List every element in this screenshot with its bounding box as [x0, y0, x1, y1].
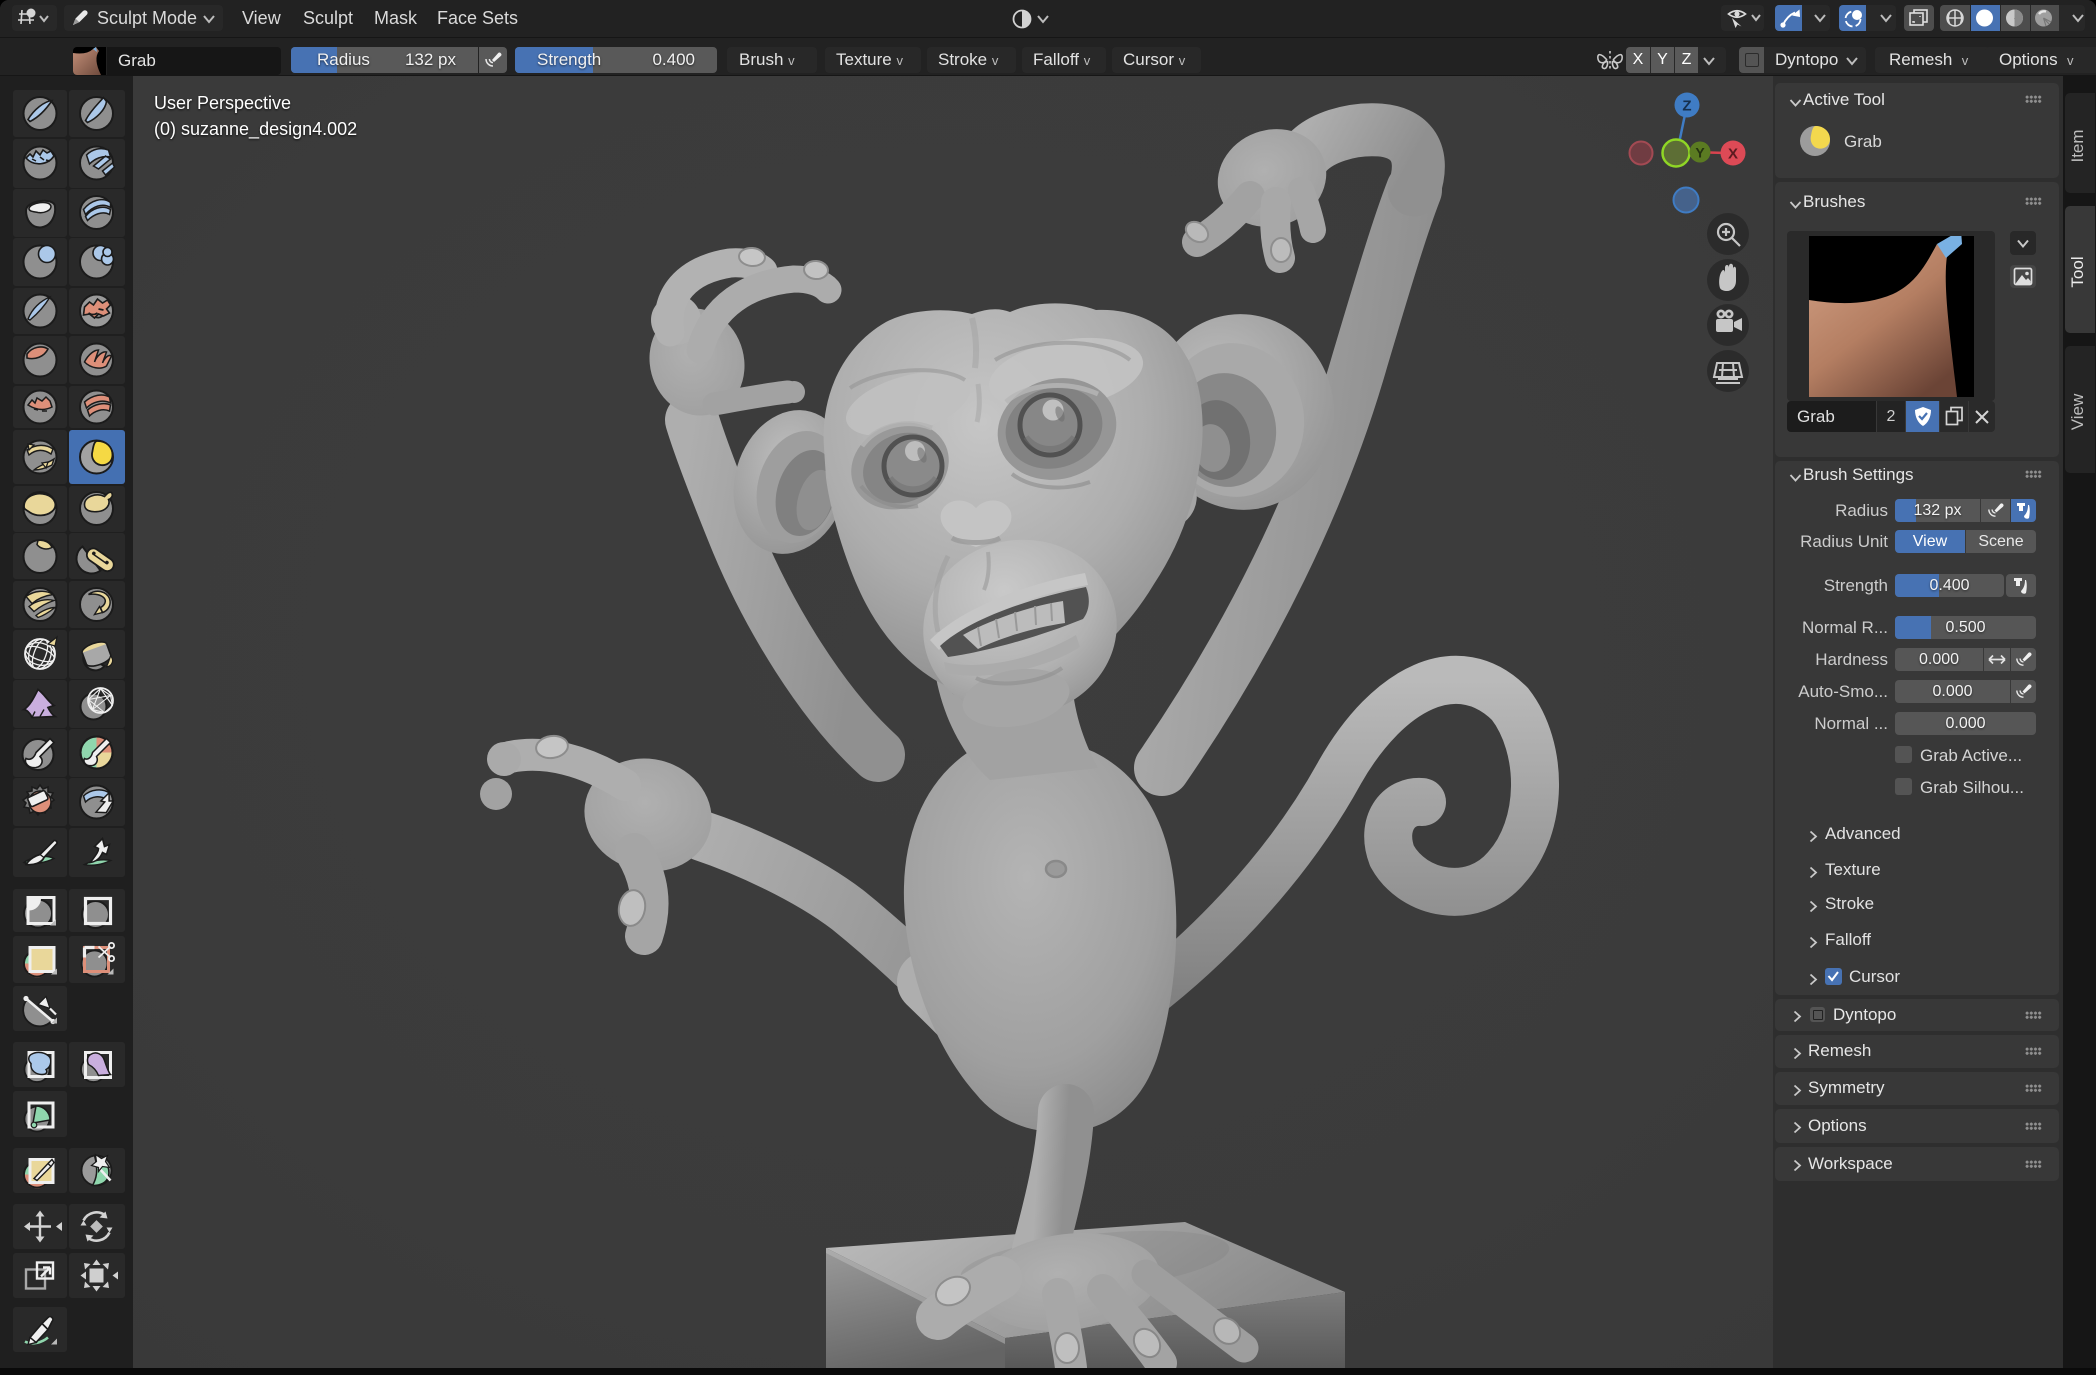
svg-text:Z: Z [1682, 98, 1691, 115]
svg-text:X: X [1728, 146, 1738, 163]
svg-text:Y: Y [1695, 145, 1705, 161]
